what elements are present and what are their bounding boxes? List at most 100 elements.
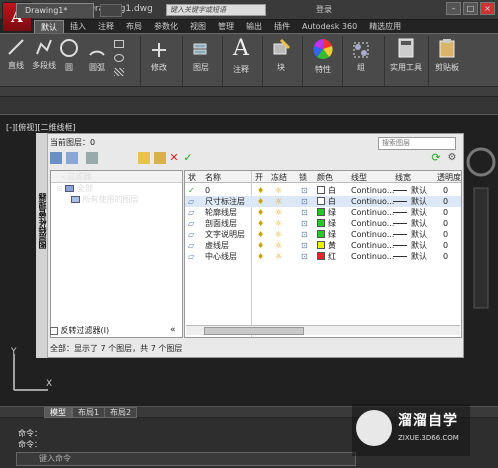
layer-name[interactable]: 虚线层 bbox=[205, 240, 229, 251]
new-tab-button[interactable] bbox=[100, 4, 122, 17]
sun-freeze-icon[interactable]: ☼ bbox=[275, 251, 282, 262]
annotation-panel[interactable]: A 注释 bbox=[226, 36, 256, 75]
tab-layout[interactable]: 布局 bbox=[120, 20, 148, 33]
tab-manage[interactable]: 管理 bbox=[212, 20, 240, 33]
lineweight[interactable]: 默认 bbox=[411, 240, 427, 251]
maximize-button[interactable]: □ bbox=[463, 2, 478, 15]
col-color[interactable]: 颜色 bbox=[317, 172, 333, 183]
col-on[interactable]: 开 bbox=[255, 172, 263, 183]
lightbulb-icon[interactable]: ♦ bbox=[257, 240, 264, 251]
layer-row[interactable]: ▱ 轮廓线层 ♦ ☼ ⊡ 绿 Continuo... 默认 0 bbox=[185, 207, 461, 218]
transparency[interactable]: 0 bbox=[443, 185, 448, 196]
col-name[interactable]: 名称 bbox=[205, 172, 221, 183]
color-swatch[interactable] bbox=[317, 197, 325, 205]
col-freeze[interactable]: 冻结 bbox=[271, 172, 287, 183]
layer-row[interactable]: ▱ 文字说明层 ♦ ☼ ⊡ 绿 Continuo... 默认 0 bbox=[185, 229, 461, 240]
layer-row[interactable]: ▱ 中心线层 ♦ ☼ ⊡ 红 Continuo... 默认 0 bbox=[185, 251, 461, 262]
viewport-controls[interactable]: [-][俯视][二维线框] bbox=[6, 122, 76, 133]
tab-featured-apps[interactable]: 精选应用 bbox=[363, 20, 407, 33]
collapse-icon[interactable]: « bbox=[170, 325, 176, 335]
linetype[interactable]: Continuo... bbox=[351, 185, 394, 196]
lineweight[interactable]: 默认 bbox=[411, 207, 427, 218]
linetype[interactable]: Continuo... bbox=[351, 207, 394, 218]
layer-row[interactable]: ✓ 0 ♦ ☼ ⊡ 白 Continuo... 默认 0 bbox=[185, 185, 461, 196]
transparency[interactable]: 0 bbox=[443, 207, 448, 218]
utilities-panel[interactable]: 实用工具 bbox=[386, 38, 426, 73]
transparency[interactable]: 0 bbox=[443, 218, 448, 229]
modify-panel[interactable]: 修改 bbox=[144, 42, 174, 73]
color-name[interactable]: 黄 bbox=[328, 240, 336, 251]
circle-tool[interactable]: 圆 bbox=[58, 38, 80, 73]
properties-panel[interactable]: 特性 bbox=[306, 38, 340, 75]
tab-annotate[interactable]: 注释 bbox=[92, 20, 120, 33]
color-swatch[interactable] bbox=[317, 219, 325, 227]
lineweight[interactable]: 默认 bbox=[411, 185, 427, 196]
lock-icon[interactable]: ⊡ bbox=[301, 251, 308, 262]
tree-toggle-icon[interactable]: ⊟ bbox=[57, 185, 63, 193]
sun-freeze-icon[interactable]: ☼ bbox=[275, 207, 282, 218]
linetype[interactable]: Continuo... bbox=[351, 251, 394, 262]
color-swatch[interactable] bbox=[317, 241, 325, 249]
color-swatch[interactable] bbox=[317, 208, 325, 216]
login-link[interactable]: 登录 bbox=[316, 4, 332, 15]
linetype[interactable]: Continuo... bbox=[351, 196, 394, 207]
lightbulb-icon[interactable]: ♦ bbox=[257, 185, 264, 196]
clipboard-panel[interactable]: 剪贴板 bbox=[430, 38, 464, 73]
lineweight[interactable]: 默认 bbox=[411, 196, 427, 207]
lightbulb-icon[interactable]: ♦ bbox=[257, 207, 264, 218]
settings-icon[interactable]: ⚙ bbox=[446, 152, 458, 164]
arc-tool[interactable]: 圆弧 bbox=[86, 38, 108, 73]
ellipse-icon[interactable] bbox=[114, 54, 124, 62]
tab-parametric[interactable]: 参数化 bbox=[148, 20, 184, 33]
block-panel[interactable]: 块 bbox=[266, 38, 296, 73]
layer-name[interactable]: 轮廓线层 bbox=[205, 207, 237, 218]
linetype[interactable]: Continuo... bbox=[351, 229, 394, 240]
invert-filter-checkbox[interactable]: 反转过滤器(I) « bbox=[50, 325, 176, 336]
close-button[interactable]: × bbox=[480, 2, 495, 15]
color-name[interactable]: 绿 bbox=[328, 207, 336, 218]
col-status[interactable]: 状 bbox=[188, 172, 196, 183]
lineweight[interactable]: 默认 bbox=[411, 251, 427, 262]
color-swatch[interactable] bbox=[317, 252, 325, 260]
layer-name[interactable]: 中心线层 bbox=[205, 251, 237, 262]
lightbulb-icon[interactable]: ♦ bbox=[257, 218, 264, 229]
linetype[interactable]: Continuo... bbox=[351, 218, 394, 229]
color-name[interactable]: 白 bbox=[328, 196, 336, 207]
linetype[interactable]: Continuo... bbox=[351, 240, 394, 251]
layer-name[interactable]: 剖面线层 bbox=[205, 218, 237, 229]
lock-icon[interactable]: ⊡ bbox=[301, 196, 308, 207]
new-layer-icon[interactable] bbox=[138, 152, 150, 164]
color-swatch[interactable] bbox=[317, 230, 325, 238]
file-tab-drawing1[interactable]: Drawing1* bbox=[16, 3, 94, 18]
lock-icon[interactable]: ⊡ bbox=[301, 207, 308, 218]
new-property-filter-icon[interactable] bbox=[50, 152, 62, 164]
lightbulb-icon[interactable]: ♦ bbox=[257, 229, 264, 240]
layer-name[interactable]: 文字说明层 bbox=[205, 229, 245, 240]
tab-layout1[interactable]: 布局1 bbox=[72, 407, 106, 418]
color-name[interactable]: 绿 bbox=[328, 229, 336, 240]
filter-node-used[interactable]: 所有使用的图层 bbox=[51, 194, 182, 205]
sun-freeze-icon[interactable]: ☼ bbox=[275, 240, 282, 251]
line-tool[interactable]: 直线 bbox=[4, 38, 28, 71]
lock-icon[interactable]: ⊡ bbox=[301, 229, 308, 240]
layer-search-input[interactable]: 搜索图层 bbox=[378, 137, 456, 150]
lightbulb-icon[interactable]: ♦ bbox=[257, 251, 264, 262]
layer-name[interactable]: 尺寸标注层 bbox=[205, 196, 245, 207]
tab-model[interactable]: 模型 bbox=[44, 407, 72, 418]
sun-freeze-icon[interactable]: ☼ bbox=[275, 196, 282, 207]
color-name[interactable]: 绿 bbox=[328, 218, 336, 229]
transparency[interactable]: 0 bbox=[443, 251, 448, 262]
col-lock[interactable]: 锁 bbox=[299, 172, 307, 183]
layer-row[interactable]: ▱ 尺寸标注层 ♦ ☼ ⊡ 白 Continuo... 默认 0 bbox=[185, 196, 461, 207]
sun-freeze-icon[interactable]: ☼ bbox=[275, 218, 282, 229]
color-name[interactable]: 红 bbox=[328, 251, 336, 262]
hatch-icon[interactable] bbox=[114, 68, 124, 76]
layer-name[interactable]: 0 bbox=[205, 185, 210, 196]
col-transparency[interactable]: 透明度 bbox=[437, 172, 461, 183]
delete-layer-icon[interactable]: ✕ bbox=[168, 152, 180, 164]
tab-autodesk-360[interactable]: Autodesk 360 bbox=[296, 20, 363, 33]
lightbulb-icon[interactable]: ♦ bbox=[257, 196, 264, 207]
transparency[interactable]: 0 bbox=[443, 196, 448, 207]
set-current-icon[interactable]: ✓ bbox=[182, 152, 194, 164]
layer-row[interactable]: ▱ 虚线层 ♦ ☼ ⊡ 黄 Continuo... 默认 0 bbox=[185, 240, 461, 251]
